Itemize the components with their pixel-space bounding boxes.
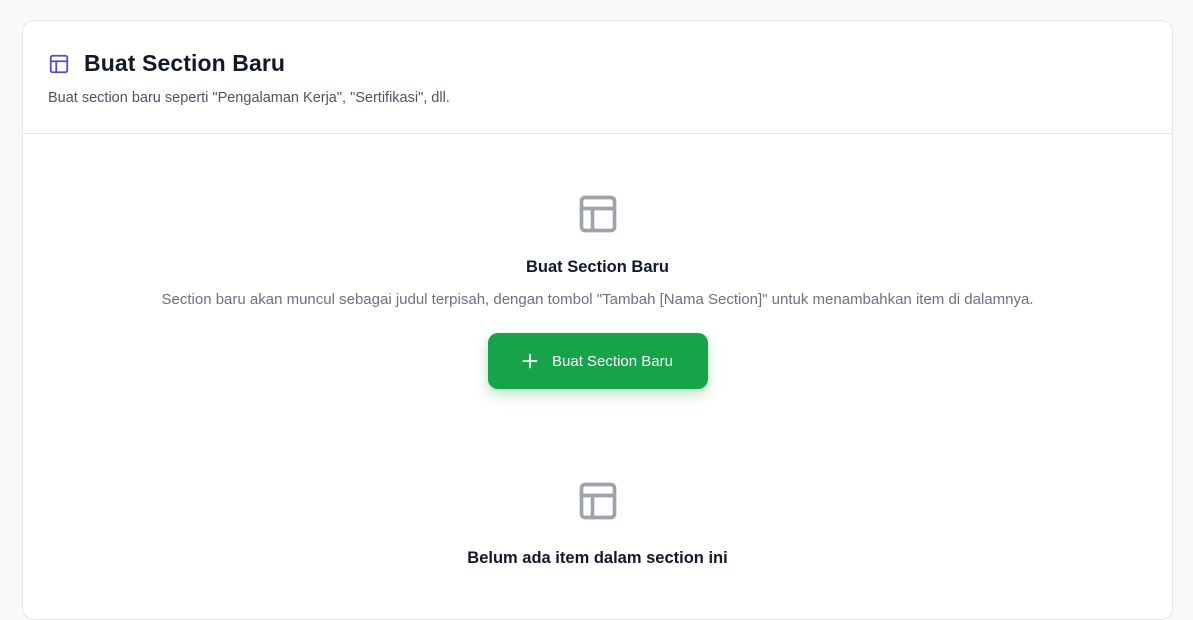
create-section-card: Buat Section Baru Buat section baru sepe…: [22, 20, 1173, 620]
layout-icon: [48, 53, 70, 75]
empty-items-title: Belum ada item dalam section ini: [467, 549, 728, 567]
layout-icon: [576, 479, 620, 523]
create-section-panel: Buat Section Baru Section baru akan munc…: [23, 134, 1172, 389]
card-header: Buat Section Baru Buat section baru sepe…: [23, 21, 1172, 134]
create-section-description: Section baru akan muncul sebagai judul t…: [161, 291, 1034, 308]
create-section-button-label: Buat Section Baru: [552, 352, 673, 370]
layout-icon: [576, 192, 620, 236]
page-title: Buat Section Baru: [84, 50, 286, 76]
create-section-title: Buat Section Baru: [525, 258, 670, 276]
title-row: Buat Section Baru: [48, 50, 1172, 77]
create-section-button[interactable]: Buat Section Baru: [487, 333, 708, 389]
page-subtitle: Buat section baru seperti "Pengalaman Ke…: [48, 90, 450, 106]
plus-icon: [522, 353, 538, 369]
empty-items-panel: Belum ada item dalam section ini: [23, 389, 1172, 568]
